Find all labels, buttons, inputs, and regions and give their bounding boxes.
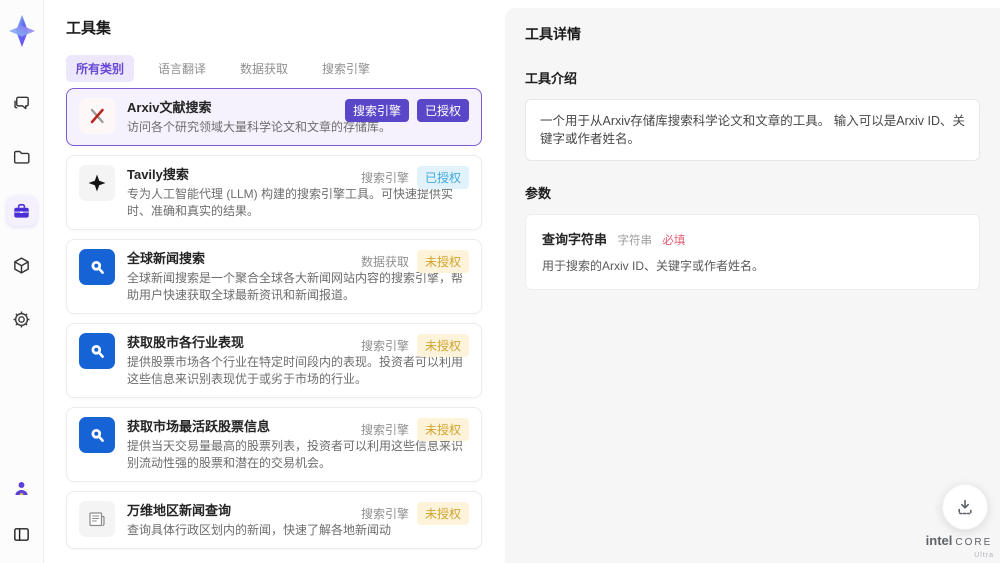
blue-search-app-icon <box>79 417 115 453</box>
sidebar-item-toolset[interactable] <box>6 196 37 226</box>
sidebar-item-settings[interactable] <box>7 304 37 334</box>
sidebar-item-chat[interactable] <box>7 88 37 118</box>
category-label: 搜索引擎 <box>360 423 409 437</box>
sidebar-item-files[interactable] <box>7 142 37 172</box>
param-description: 用于搜索的Arxiv ID、关键字或作者姓名。 <box>542 259 765 273</box>
category-label: 搜索引擎 <box>360 339 409 353</box>
category-label: 搜索引擎 <box>360 507 409 521</box>
user-profile-button[interactable] <box>7 473 37 503</box>
blue-search-app-icon <box>79 333 115 369</box>
collapse-sidebar-button[interactable] <box>7 519 37 549</box>
tool-intro-text: 一个用于从Arxiv存储库搜索科学论文和文章的工具。 输入可以是Arxiv ID… <box>525 99 980 161</box>
detail-title: 工具详情 <box>525 26 581 42</box>
tool-badges: 搜索引擎 未授权 <box>361 502 469 525</box>
core-wordmark: CORE <box>955 537 993 548</box>
tool-badges: 数据获取 未授权 <box>361 250 469 273</box>
tab-data-acquisition[interactable]: 数据获取 <box>230 55 298 82</box>
intel-wordmark: intel <box>925 533 953 548</box>
download-icon <box>954 496 976 518</box>
toolset-panel: 工具集 所有类别 语言翻译 数据获取 搜索引擎 Arxiv文献搜索 访问各个研究… <box>44 0 533 563</box>
param-card: 查询字符串 字符串 必填 用于搜索的Arxiv ID、关键字或作者姓名。 <box>525 214 980 290</box>
tool-badges: 搜索引擎 未授权 <box>361 334 469 357</box>
param-type: 字符串 <box>617 235 652 247</box>
ultra-wordmark: Ultra <box>974 552 994 559</box>
user-avatar-icon <box>12 479 31 498</box>
status-badge: 已授权 <box>416 99 469 122</box>
param-header: 查询字符串 字符串 必填 <box>542 229 963 249</box>
tool-badges: 搜索引擎 未授权 <box>361 418 469 441</box>
newspaper-icon <box>79 501 115 537</box>
app-window: 工具集 所有类别 语言翻译 数据获取 搜索引擎 Arxiv文献搜索 访问各个研究… <box>0 0 1000 563</box>
category-badge: 搜索引擎 <box>344 99 409 122</box>
category-label: 搜索引擎 <box>360 171 409 185</box>
collapse-panel-icon <box>12 525 31 544</box>
tool-detail-panel: 工具详情 工具介绍 一个用于从Arxiv存储库搜索科学论文和文章的工具。 输入可… <box>505 8 1000 563</box>
tool-description: 全球新闻搜索是一个聚合全球各大新闻网站内容的搜索引擎，帮助用户快速获取全球最新资… <box>127 271 464 302</box>
tool-card-arxiv[interactable]: Arxiv文献搜索 访问各个研究领域大量科学论文和文章的存储库。 搜索引擎 已授… <box>66 88 482 146</box>
tab-language-translation[interactable]: 语言翻译 <box>148 55 216 82</box>
sidebar-bottom <box>7 473 37 549</box>
tab-all-categories[interactable]: 所有类别 <box>66 55 135 82</box>
intro-heading: 工具介绍 <box>525 71 578 86</box>
category-label: 数据获取 <box>360 255 409 269</box>
tool-badges: 搜索引擎 已授权 <box>344 99 469 122</box>
sidebar <box>0 0 44 563</box>
arxiv-logo-icon <box>79 98 115 134</box>
sidebar-item-models[interactable] <box>7 250 37 280</box>
cube-icon <box>12 256 31 275</box>
tool-badges: 搜索引擎 已授权 <box>361 166 469 189</box>
category-tabs: 所有类别 语言翻译 数据获取 搜索引擎 <box>66 55 380 82</box>
blue-search-app-icon <box>79 249 115 285</box>
param-name: 查询字符串 <box>542 232 608 247</box>
intel-core-logo: intel CORE Ultra <box>924 534 994 562</box>
download-button[interactable] <box>942 484 988 530</box>
tool-description: 提供股票市场各个行业在特定时间段内的表现。投资者可以利用这些信息来识别表现优于或… <box>127 355 464 386</box>
params-heading: 参数 <box>525 186 552 201</box>
tool-list: Arxiv文献搜索 访问各个研究领域大量科学论文和文章的存储库。 搜索引擎 已授… <box>66 88 482 549</box>
tavily-star-icon <box>79 165 115 201</box>
tool-description: 专为人工智能代理 (LLM) 构建的搜索引擎工具。可快速提供实时、准确和真实的结… <box>127 187 454 218</box>
status-badge: 未授权 <box>416 250 469 273</box>
tool-card-regional-news[interactable]: 万维地区新闻查询 查询具体行政区划内的新闻，快速了解各地新闻动 搜索引擎 未授权 <box>66 491 482 549</box>
tab-search-engine[interactable]: 搜索引擎 <box>312 55 380 82</box>
status-badge: 未授权 <box>416 418 469 441</box>
folder-icon <box>12 148 31 167</box>
settings-icon <box>12 310 31 329</box>
tool-card-most-active-stocks[interactable]: 获取市场最活跃股票信息 提供当天交易量最高的股票列表，投资者可以利用这些信息来识… <box>66 407 482 482</box>
tool-card-tavily[interactable]: Tavily搜索 专为人工智能代理 (LLM) 构建的搜索引擎工具。可快速提供实… <box>66 155 482 230</box>
page-title: 工具集 <box>66 20 112 37</box>
tool-description: 提供当天交易量最高的股票列表，投资者可以利用这些信息来识别流动性强的股票和潜在的… <box>127 439 464 470</box>
tool-card-sector-performance[interactable]: 获取股市各行业表现 提供股票市场各个行业在特定时间段内的表现。投资者可以利用这些… <box>66 323 482 398</box>
status-badge: 未授权 <box>416 502 469 525</box>
status-badge: 未授权 <box>416 334 469 357</box>
app-gem-logo <box>6 12 38 50</box>
briefcase-icon <box>12 202 31 221</box>
status-badge: 已授权 <box>416 166 469 189</box>
chat-icon <box>12 94 31 113</box>
tool-card-global-news[interactable]: 全球新闻搜索 全球新闻搜索是一个聚合全球各大新闻网站内容的搜索引擎，帮助用户快速… <box>66 239 482 314</box>
sidebar-nav <box>6 88 37 334</box>
param-required-flag: 必填 <box>662 235 686 247</box>
